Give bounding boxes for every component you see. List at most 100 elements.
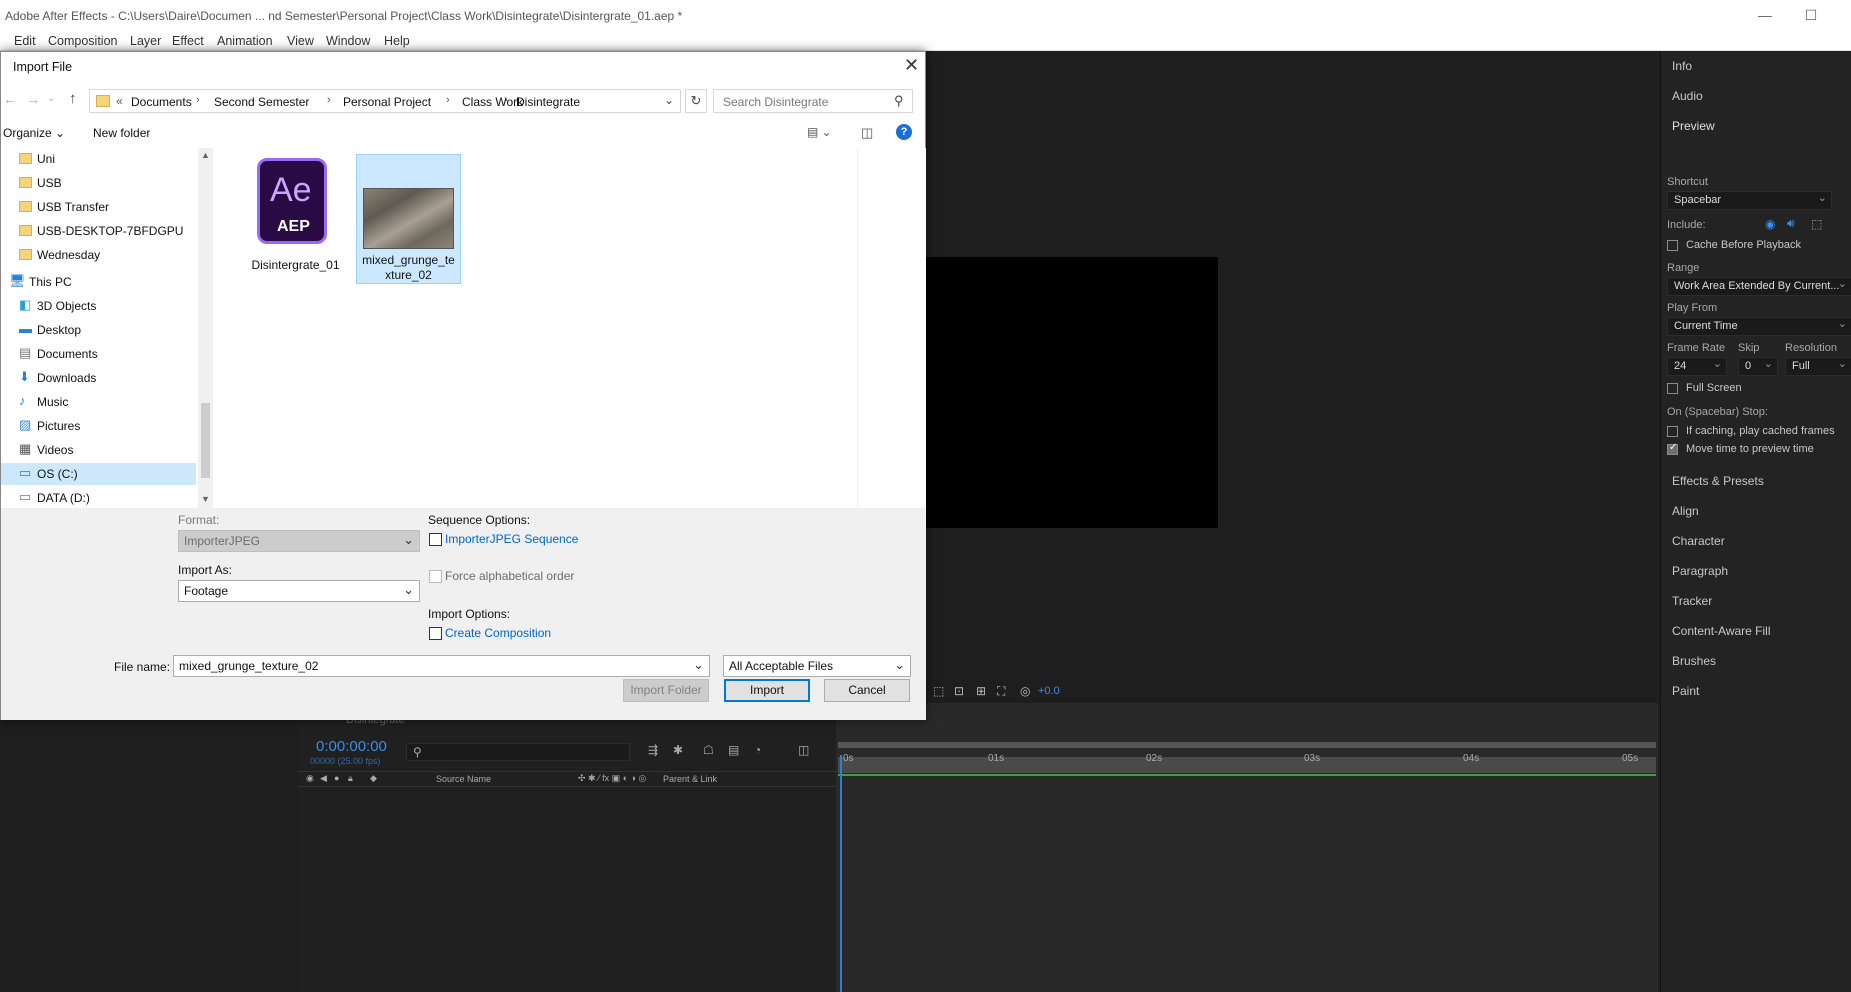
import-button[interactable]: Import [724, 679, 810, 702]
maximize-button[interactable]: ☐ [1796, 4, 1826, 26]
help-icon[interactable]: ? [896, 124, 912, 140]
breadcrumb-separator-icon[interactable]: › [504, 94, 508, 106]
play-from-dropdown[interactable]: Current Time [1667, 317, 1851, 336]
solo-icon[interactable]: ● [334, 773, 339, 783]
panel-info[interactable]: Info [1672, 59, 1692, 73]
panel-brushes[interactable]: Brushes [1672, 654, 1716, 668]
panel-content-aware-fill[interactable]: Content-Aware Fill [1672, 624, 1770, 638]
timeline-track-area[interactable]: 0s 01s 02s 03s 04s 05s [836, 703, 1658, 992]
minimize-button[interactable]: — [1750, 4, 1780, 26]
include-overlay-icon[interactable]: ⬚ [1811, 217, 1822, 231]
cancel-button[interactable]: Cancel [824, 679, 910, 702]
breadcrumb-second-semester[interactable]: Second Semester [214, 95, 309, 109]
nav-item-usb-desktop[interactable]: USB-DESKTOP-7BFDGPU [1, 220, 196, 242]
range-dropdown[interactable]: Work Area Extended By Current... [1667, 277, 1851, 296]
exposure-value[interactable]: +0.0 [1038, 685, 1060, 697]
motion-blur-icon[interactable]: ◔ [754, 743, 761, 757]
move-time-checkbox[interactable] [1667, 442, 1678, 455]
panel-align[interactable]: Align [1672, 504, 1699, 518]
file-item-grunge-texture[interactable]: mixed_grunge_te xture_02 [356, 154, 461, 284]
nav-item-usb-transfer[interactable]: USB Transfer [1, 196, 196, 218]
nav-item-data-d[interactable]: ▭ DATA (D:) [1, 487, 196, 508]
panel-character[interactable]: Character [1672, 534, 1725, 548]
region-icon[interactable]: ⬚ [933, 684, 944, 698]
graph-editor-icon[interactable]: ◫ [798, 743, 809, 757]
scroll-up-icon[interactable]: ▲ [201, 150, 210, 160]
create-composition-checkbox[interactable] [429, 627, 442, 640]
nav-item-videos[interactable]: ▦ Videos [1, 439, 196, 461]
import-as-dropdown[interactable]: Footage [178, 580, 420, 602]
include-audio-icon[interactable]: 🔊︎ [1787, 216, 1795, 231]
exposure-icon[interactable]: ◎ [1020, 684, 1030, 698]
snapshot-icon[interactable]: ⊡ [954, 684, 964, 698]
composition-canvas[interactable] [926, 257, 1218, 528]
nav-scroll-thumb[interactable] [201, 403, 210, 478]
cache-before-checkbox[interactable] [1667, 240, 1678, 251]
source-name-header[interactable]: Source Name [436, 774, 491, 784]
breadcrumb-class-work[interactable]: Class Work [462, 95, 523, 109]
overflow-chevron-icon[interactable]: « [116, 94, 123, 108]
file-type-dropdown[interactable]: All Acceptable Files [723, 655, 911, 677]
new-folder-button[interactable]: New folder [93, 126, 150, 140]
breadcrumb-personal-project[interactable]: Personal Project [343, 95, 431, 109]
menu-effect[interactable]: Effect [172, 34, 204, 48]
menu-help[interactable]: Help [384, 34, 410, 48]
nav-item-documents[interactable]: ▤ Documents [1, 343, 196, 365]
nav-item-usb[interactable]: USB [1, 172, 196, 194]
nav-item-desktop[interactable]: ▬ Desktop [1, 319, 196, 341]
menu-animation[interactable]: Animation [217, 34, 273, 48]
file-item-aep[interactable]: Ae AEP Disintergrate_01 [243, 156, 348, 276]
panel-audio[interactable]: Audio [1672, 89, 1703, 103]
if-caching-checkbox[interactable] [1667, 426, 1678, 437]
panel-paragraph[interactable]: Paragraph [1672, 564, 1728, 578]
search-icon[interactable]: ⚲ [894, 93, 904, 109]
timecode[interactable]: 0:00:00:00 [316, 738, 387, 755]
menu-composition[interactable]: Composition [48, 34, 117, 48]
shortcut-dropdown[interactable]: Spacebar [1667, 191, 1832, 210]
lock-icon[interactable]: 🔒︎ [348, 773, 353, 784]
label-icon[interactable]: ◆ [370, 773, 377, 784]
nav-item-uni[interactable]: Uni [1, 148, 196, 170]
resolution-dropdown[interactable]: Full [1785, 357, 1851, 376]
breadcrumb-disintegrate[interactable]: Disintegrate [516, 95, 580, 109]
breadcrumb-documents[interactable]: Documents [131, 95, 192, 109]
draft-3d-icon[interactable]: ✱ [673, 743, 683, 757]
nav-item-os-c[interactable]: ▭ OS (C:) [1, 463, 196, 485]
nav-item-3d-objects[interactable]: ◧ 3D Objects [1, 295, 196, 317]
channel-icon[interactable]: ⊞ [976, 684, 986, 698]
search-input[interactable]: Search Disintegrate ⚲ [713, 89, 913, 113]
importer-sequence-checkbox[interactable] [429, 533, 442, 546]
shy-icon[interactable]: ☖ [703, 743, 714, 757]
full-screen-checkbox[interactable] [1667, 383, 1678, 394]
refresh-icon[interactable]: ↻ [685, 89, 707, 113]
breadcrumb-separator-icon[interactable]: › [196, 94, 200, 106]
visibility-icon[interactable]: ◉ [306, 773, 314, 784]
time-ruler[interactable] [838, 757, 1656, 773]
address-bar[interactable]: « Documents › Second Semester › Personal… [89, 89, 681, 113]
view-options-icon[interactable]: ▤ ⌄ [807, 125, 832, 139]
create-composition-label[interactable]: Create Composition [445, 626, 551, 640]
menu-view[interactable]: View [287, 34, 314, 48]
address-dropdown-icon[interactable]: ⌄ [664, 93, 674, 107]
panel-tracker[interactable]: Tracker [1672, 594, 1712, 608]
nav-item-music[interactable]: ♪ Music [1, 391, 196, 413]
nav-scrollbar[interactable]: ▲ ▼ [198, 148, 213, 508]
organize-button[interactable]: Organize ⌄ [3, 126, 65, 140]
breadcrumb-separator-icon[interactable]: › [446, 94, 450, 106]
parent-link-header[interactable]: Parent & Link [663, 774, 717, 784]
forward-icon[interactable]: → [26, 91, 40, 107]
menu-window[interactable]: Window [326, 34, 370, 48]
flowchart-icon[interactable]: ⛶ [997, 684, 1005, 699]
recent-dropdown-icon[interactable]: ⌄ [47, 93, 55, 104]
nav-item-pictures[interactable]: ▨ Pictures [1, 415, 196, 437]
back-icon[interactable]: ← [3, 91, 17, 107]
frame-rate-dropdown[interactable]: 24 [1667, 357, 1727, 376]
nav-item-downloads[interactable]: ⬇ Downloads [1, 367, 196, 389]
skip-dropdown[interactable]: 0 [1738, 357, 1778, 376]
include-video-icon[interactable]: ◉ [1765, 217, 1775, 231]
menu-edit[interactable]: Edit [14, 34, 36, 48]
work-area-bar[interactable] [838, 742, 1656, 748]
breadcrumb-separator-icon[interactable]: › [327, 94, 331, 106]
panel-preview[interactable]: Preview [1672, 119, 1715, 133]
panel-effects-presets[interactable]: Effects & Presets [1672, 474, 1764, 488]
